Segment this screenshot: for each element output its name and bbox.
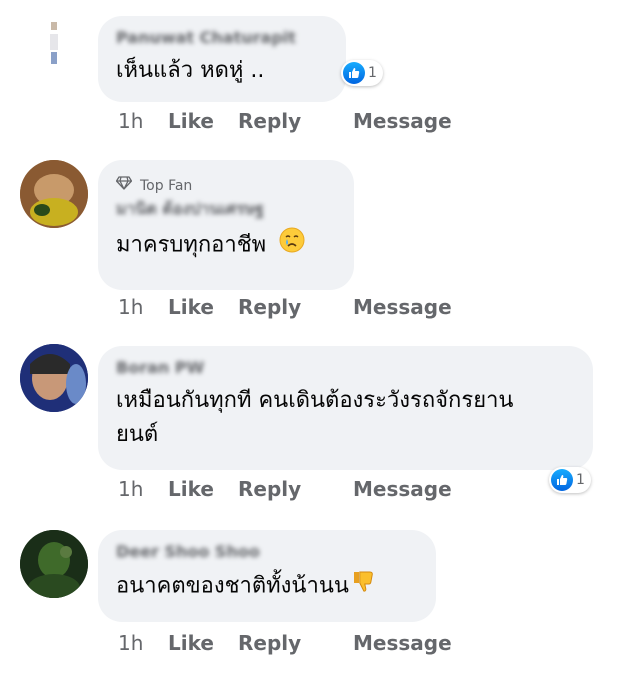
comment-text-content: มาครบทุกอาชีพ bbox=[116, 232, 267, 258]
top-fan-badge: Top Fan bbox=[115, 176, 336, 195]
diamond-icon bbox=[115, 176, 133, 195]
comment-text-line: เหมือนกันทุกที คนเดินต้องระวังรถจักรยาน bbox=[116, 388, 514, 413]
comment-author[interactable]: Panuwat Chaturapit bbox=[116, 28, 328, 48]
comment-author[interactable]: Deer Shoo Shoo bbox=[116, 542, 418, 562]
comment-text-content: อนาคตของชาติทั้งน้านน bbox=[116, 573, 349, 599]
comment-author[interactable]: มานิต ต้องปานเศรษฐ bbox=[116, 199, 336, 219]
message-button[interactable]: Message bbox=[353, 477, 452, 501]
comment-text-line: ยนต์ bbox=[116, 422, 159, 447]
like-button[interactable]: Like bbox=[168, 295, 214, 319]
thumbs-down-icon bbox=[351, 568, 377, 605]
comment-bubble: Boran PW เหมือนกันทุกที คนเดินต้องระวังร… bbox=[98, 346, 593, 470]
reply-button[interactable]: Reply bbox=[238, 631, 301, 655]
like-reaction-icon bbox=[343, 62, 365, 84]
message-button[interactable]: Message bbox=[353, 295, 452, 319]
reply-button[interactable]: Reply bbox=[238, 477, 301, 501]
comment-text: เห็นแล้ว หดหู่ .. bbox=[116, 58, 265, 83]
reply-button[interactable]: Reply bbox=[238, 109, 301, 133]
reaction-count[interactable]: 1 bbox=[549, 467, 591, 493]
timestamp[interactable]: 1h bbox=[118, 109, 143, 133]
avatar[interactable] bbox=[20, 12, 88, 80]
like-reaction-icon bbox=[551, 469, 573, 491]
reaction-number: 1 bbox=[368, 65, 377, 81]
avatar[interactable] bbox=[20, 160, 88, 228]
comment-author[interactable]: Boran PW bbox=[116, 358, 575, 378]
avatar[interactable] bbox=[20, 344, 88, 412]
reaction-count[interactable]: 1 bbox=[341, 60, 383, 86]
avatar[interactable] bbox=[20, 530, 88, 598]
crying-face-icon bbox=[279, 227, 305, 264]
reaction-number: 1 bbox=[576, 472, 585, 488]
comment-text: มาครบทุกอาชีพ bbox=[116, 227, 336, 264]
comment-bubble: Panuwat Chaturapit เห็นแล้ว หดหู่ .. bbox=[98, 16, 346, 102]
like-button[interactable]: Like bbox=[168, 109, 214, 133]
like-button[interactable]: Like bbox=[168, 477, 214, 501]
comment-bubble: Top Fan มานิต ต้องปานเศรษฐ มาครบทุกอาชีพ bbox=[98, 160, 354, 290]
timestamp[interactable]: 1h bbox=[118, 295, 143, 319]
like-button[interactable]: Like bbox=[168, 631, 214, 655]
badge-label: Top Fan bbox=[140, 177, 193, 194]
message-button[interactable]: Message bbox=[353, 631, 452, 655]
timestamp[interactable]: 1h bbox=[118, 631, 143, 655]
timestamp[interactable]: 1h bbox=[118, 477, 143, 501]
message-button[interactable]: Message bbox=[353, 109, 452, 133]
comment-text: อนาคตของชาติทั้งน้านน bbox=[116, 568, 418, 605]
comment-bubble: Deer Shoo Shoo อนาคตของชาติทั้งน้านน bbox=[98, 530, 436, 622]
reply-button[interactable]: Reply bbox=[238, 295, 301, 319]
comment-text: เหมือนกันทุกที คนเดินต้องระวังรถจักรยาน … bbox=[116, 384, 575, 452]
